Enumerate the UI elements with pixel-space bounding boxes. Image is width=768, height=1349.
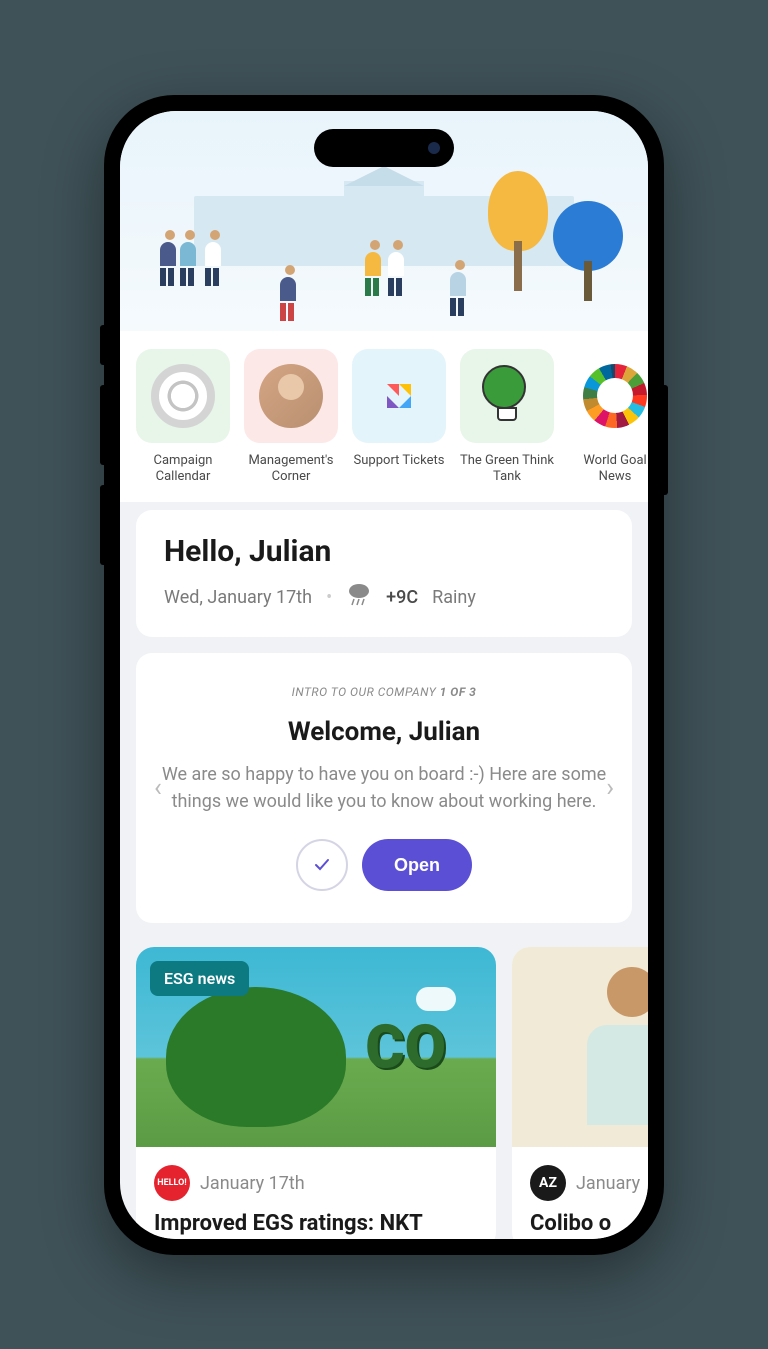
mark-done-button[interactable] xyxy=(296,839,348,891)
weather-rainy-icon xyxy=(346,581,372,613)
phone-frame: Campaign Callendar Management's Corner S… xyxy=(104,95,664,1255)
side-button-right xyxy=(664,385,668,495)
intro-eyebrow: INTRO TO OUR COMPANY 1 OF 3 xyxy=(160,685,608,699)
person-icon xyxy=(205,230,225,286)
news-image xyxy=(512,947,648,1147)
side-buttons-left xyxy=(100,325,104,365)
greeting-temp: +9C xyxy=(386,587,418,608)
news-date: January xyxy=(576,1173,640,1194)
shortcut-label: Support Tickets xyxy=(354,453,445,470)
think-tank-icon xyxy=(460,349,554,443)
intro-actions: Open xyxy=(160,839,608,891)
intro-card: ‹ › INTRO TO OUR COMPANY 1 OF 3 Welcome,… xyxy=(136,653,632,923)
shortcut-green-think-tank[interactable]: The Green Think Tank xyxy=(460,349,554,487)
shortcut-label: Campaign Callendar xyxy=(136,453,230,487)
news-card-colibo[interactable]: AZ January Colibo o xyxy=(512,947,648,1238)
greeting-meta: Wed, January 17th • +9C Rainy xyxy=(164,581,604,613)
phone-notch xyxy=(314,129,454,167)
news-tag: ESG news xyxy=(150,961,249,996)
news-meta: HELLO! January 17th xyxy=(136,1147,496,1211)
shortcut-world-goal-news[interactable]: World Goal News xyxy=(568,349,648,487)
management-avatar-icon xyxy=(244,349,338,443)
intro-body: We are so happy to have you on board :-)… xyxy=(160,761,608,815)
intro-title: Welcome, Julian xyxy=(160,717,608,747)
greeting-condition: Rainy xyxy=(432,587,476,608)
greeting-date: Wed, January 17th xyxy=(164,587,312,608)
shortcuts-row[interactable]: Campaign Callendar Management's Corner S… xyxy=(120,331,648,503)
open-button[interactable]: Open xyxy=(362,839,472,891)
news-title: Improved EGS ratings: NKT xyxy=(136,1211,496,1238)
news-date: January 17th xyxy=(200,1173,305,1194)
news-source-avatar: AZ xyxy=(530,1165,566,1201)
greeting-title: Hello, Julian xyxy=(164,534,604,569)
tree-orange-icon xyxy=(488,171,548,291)
news-title: Colibo o xyxy=(512,1211,648,1238)
news-feed[interactable]: CO ESG news HELLO! January 17th Improved… xyxy=(120,939,648,1238)
news-image: CO ESG news xyxy=(136,947,496,1147)
shortcut-campaign-calendar[interactable]: Campaign Callendar xyxy=(136,349,230,487)
support-tickets-icon xyxy=(352,349,446,443)
shortcut-label: Management's Corner xyxy=(244,453,338,487)
person-icon xyxy=(388,240,408,296)
campaign-calendar-icon xyxy=(136,349,230,443)
greeting-card: Hello, Julian Wed, January 17th • +9C Ra… xyxy=(136,510,632,637)
person-icon xyxy=(160,230,180,286)
person-icon xyxy=(280,265,300,321)
news-card-esg[interactable]: CO ESG news HELLO! January 17th Improved… xyxy=(136,947,496,1238)
person-icon xyxy=(450,260,470,316)
shortcut-label: World Goal News xyxy=(568,453,648,487)
person-icon xyxy=(365,240,385,296)
shortcut-support-tickets[interactable]: Support Tickets xyxy=(352,349,446,487)
shortcut-label: The Green Think Tank xyxy=(460,453,554,487)
intro-next-button[interactable]: › xyxy=(596,763,624,813)
phone-screen: Campaign Callendar Management's Corner S… xyxy=(120,111,648,1239)
shortcut-managements-corner[interactable]: Management's Corner xyxy=(244,349,338,487)
tree-blue-icon xyxy=(553,201,623,301)
world-goals-icon xyxy=(568,349,648,443)
person-icon xyxy=(180,230,200,286)
news-source-avatar: HELLO! xyxy=(154,1165,190,1201)
news-meta: AZ January xyxy=(512,1147,648,1211)
intro-prev-button[interactable]: ‹ xyxy=(144,763,172,813)
